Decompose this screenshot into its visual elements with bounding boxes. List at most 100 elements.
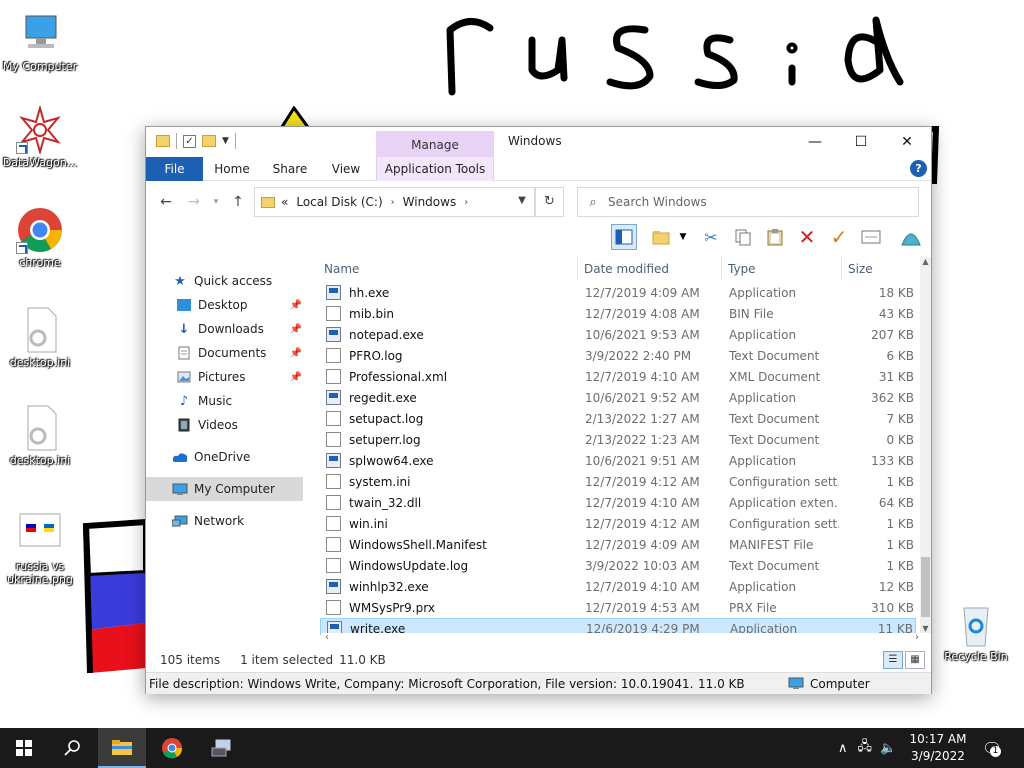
table-row[interactable]: winhlp32.exe 12/7/2019 4:10 AM Application… (320, 576, 916, 597)
search-button[interactable] (48, 728, 96, 768)
tab-view[interactable]: View (324, 157, 368, 181)
table-row[interactable]: WindowsUpdate.log 3/9/2022 10:03 AM Text D… (320, 555, 916, 576)
column-header-size[interactable]: Size (844, 257, 916, 281)
table-row[interactable]: hh.exe 12/7/2019 4:09 AM Application 18 KB (320, 282, 916, 303)
new-folder-icon[interactable] (649, 224, 675, 250)
up-arrow-icon[interactable]: ↑ (228, 192, 248, 212)
column-header-type[interactable]: Type (724, 257, 842, 281)
start-button[interactable] (0, 728, 48, 768)
network-icon[interactable]: 🖧 (858, 737, 873, 759)
taskbar-file-explorer[interactable] (98, 728, 146, 768)
nav-pictures[interactable]: Pictures 📌 (176, 365, 304, 389)
table-row[interactable]: mib.bin 12/7/2019 4:08 AM BIN File 43 KB (320, 303, 916, 324)
pin-icon[interactable]: 📌 (290, 372, 302, 383)
details-view-icon[interactable]: ☰ (883, 651, 903, 669)
chevron-right-icon[interactable]: › (464, 197, 468, 208)
horizontal-scrollbar[interactable]: ‹ › (321, 632, 919, 645)
scroll-right-icon[interactable]: › (915, 632, 919, 643)
breadcrumb-local-disk[interactable]: Local Disk (C:) (296, 195, 382, 209)
taskbar-chrome[interactable] (148, 728, 196, 768)
clock[interactable]: 10:17 AM 3/9/2022 (903, 731, 973, 765)
delete-icon[interactable]: ✕ (794, 224, 820, 250)
tab-file[interactable]: File (146, 157, 203, 181)
large-icons-view-icon[interactable]: ▦ (905, 651, 925, 669)
table-row[interactable]: splwow64.exe 10/6/2021 9:51 AM Application… (320, 450, 916, 471)
address-overflow[interactable]: « (281, 195, 288, 209)
paste-icon[interactable] (762, 224, 788, 250)
vertical-scrollbar[interactable]: ▲ ▼ (920, 257, 931, 633)
pin-icon[interactable]: 📌 (290, 300, 302, 311)
tab-application-tools[interactable]: Application Tools (376, 157, 494, 181)
nav-onedrive[interactable]: OneDrive (172, 445, 330, 469)
table-row[interactable]: Professional.xml 12/7/2019 4:10 AM XML Doc… (320, 366, 916, 387)
table-row[interactable]: PFRO.log 3/9/2022 2:40 PM Text Document 6 K… (320, 345, 916, 366)
scroll-left-icon[interactable]: ‹ (325, 632, 329, 643)
shell-icon[interactable] (898, 224, 924, 250)
tab-share[interactable]: Share (266, 157, 314, 181)
table-row[interactable]: system.ini 12/7/2019 4:12 AM Configuration… (320, 471, 916, 492)
scroll-down-icon[interactable]: ▼ (920, 624, 931, 633)
chevron-up-icon[interactable]: ∧ (838, 741, 848, 756)
properties-icon[interactable]: ✓ (183, 134, 196, 148)
maximize-button[interactable]: ☐ (838, 127, 884, 157)
nav-network[interactable]: Network (172, 509, 330, 533)
desktop-icon-desktop-ini-1[interactable]: desktop.ini (0, 306, 80, 369)
application-icon (326, 390, 341, 405)
table-row[interactable]: notepad.exe 10/6/2021 9:53 AM Application 2… (320, 324, 916, 345)
refresh-button[interactable]: ↻ (535, 187, 564, 217)
rename-check-icon[interactable]: ✓ (826, 224, 852, 250)
copy-icon[interactable] (730, 224, 756, 250)
search-box[interactable]: ⌕ Search Windows (577, 187, 919, 217)
desktop-icon-desktop-ini-2[interactable]: desktop.ini (0, 404, 80, 467)
properties-icon[interactable] (858, 224, 884, 250)
desktop-icon-my-computer[interactable]: My Computer (0, 10, 80, 73)
shortcut-arrow-icon (16, 142, 28, 154)
desktop-icon-datawagon[interactable]: DataWagon... (0, 104, 80, 169)
table-row[interactable]: twain_32.dll 12/7/2019 4:10 AM Application… (320, 492, 916, 513)
close-button[interactable]: ✕ (884, 127, 930, 157)
table-row[interactable]: setupact.log 2/13/2022 1:27 AM Text Docume… (320, 408, 916, 429)
table-row[interactable]: win.ini 12/7/2019 4:12 AM Configuration se… (320, 513, 916, 534)
forward-arrow-icon[interactable]: → (184, 192, 204, 212)
manage-contextual-tab[interactable]: Manage (376, 131, 494, 159)
chevron-right-icon[interactable]: › (391, 197, 395, 208)
breadcrumb-windows[interactable]: Windows (403, 195, 457, 209)
preview-pane-icon[interactable] (611, 224, 637, 250)
new-folder-icon[interactable] (202, 135, 216, 147)
nav-documents[interactable]: Documents 📌 (176, 341, 304, 365)
help-icon[interactable]: ? (910, 160, 927, 177)
desktop-icon-russia-vs-ukraine[interactable]: russia vs ukraine.png (0, 510, 80, 586)
recent-chevron-icon[interactable]: ▾ (206, 192, 226, 212)
pin-icon[interactable]: 📌 (290, 348, 302, 359)
back-arrow-icon[interactable]: ← (156, 192, 176, 212)
notification-center[interactable]: 🗨1 (982, 728, 1002, 768)
scrollbar-thumb[interactable] (921, 557, 930, 617)
nav-quick-access[interactable]: ★ Quick access (172, 269, 330, 293)
address-bar[interactable]: « Local Disk (C:) › Windows › (254, 187, 535, 217)
nav-desktop[interactable]: Desktop 📌 (176, 293, 304, 317)
table-row[interactable]: setuperr.log 2/13/2022 1:23 AM Text Docume… (320, 429, 916, 450)
column-header-date[interactable]: Date modified (580, 257, 722, 281)
taskbar-network-app[interactable] (198, 728, 246, 768)
title-bar[interactable]: ✓ ▼ Manage Windows — ☐ ✕ (146, 127, 931, 159)
nav-videos[interactable]: Videos (176, 413, 304, 437)
table-row[interactable]: WMSysPr9.prx 12/7/2019 4:53 AM PRX File 310… (320, 597, 916, 618)
table-row[interactable]: WindowsShell.Manifest 12/7/2019 4:09 AM MA… (320, 534, 916, 555)
desktop-icon-chrome[interactable]: chrome (0, 206, 80, 269)
cut-icon[interactable]: ✂ (698, 224, 724, 250)
chevron-down-icon[interactable]: ▼ (222, 136, 229, 146)
table-row[interactable]: regedit.exe 10/6/2021 9:52 AM Application 3… (320, 387, 916, 408)
column-header-name[interactable]: Name (320, 257, 578, 281)
minimize-button[interactable]: — (792, 127, 838, 157)
nav-my-computer[interactable]: My Computer (146, 477, 303, 501)
chevron-down-icon[interactable]: ▼ (676, 224, 690, 250)
desktop-icon-recycle-bin[interactable]: Recycle Bin (936, 600, 1016, 663)
nav-music[interactable]: ♪ Music (176, 389, 304, 413)
file-type: Application (729, 285, 797, 300)
nav-downloads[interactable]: ↓ Downloads 📌 (176, 317, 304, 341)
pin-icon[interactable]: 📌 (290, 324, 302, 335)
tab-home[interactable]: Home (208, 157, 256, 181)
volume-icon[interactable]: 🔈 (880, 741, 896, 756)
scroll-up-icon[interactable]: ▲ (920, 257, 931, 266)
address-dropdown-icon[interactable]: ▼ (512, 187, 532, 215)
